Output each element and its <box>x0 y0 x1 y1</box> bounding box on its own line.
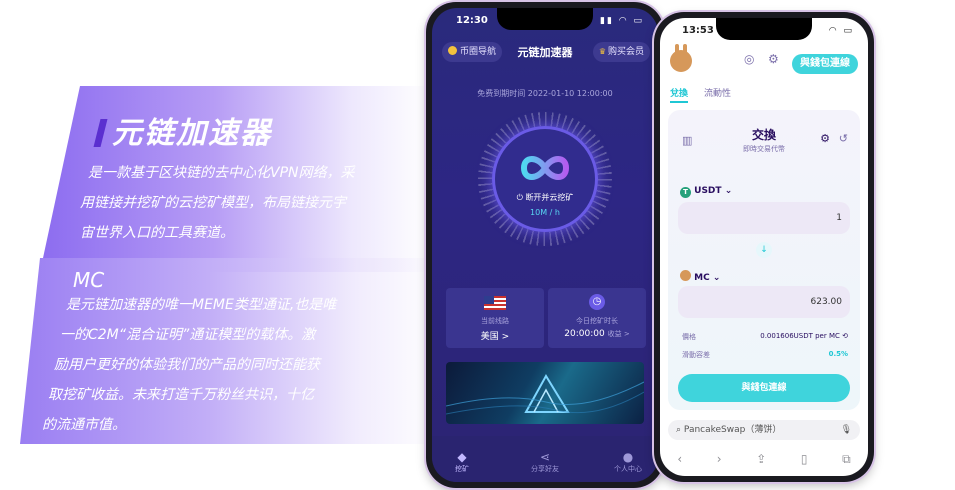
forward-icon[interactable]: › <box>717 452 722 466</box>
us-flag-icon <box>484 296 506 310</box>
price-label: 價格 <box>682 333 696 341</box>
tab-liquidity[interactable]: 流動性 <box>704 86 731 99</box>
line-label: 当前线路 <box>481 317 509 325</box>
bookmarks-icon[interactable]: ▯ <box>801 452 808 466</box>
phone-notch <box>497 8 593 30</box>
swap-screen: 13:53 ◠ ▭ ◎ ⚙ 與錢包連線 兌換 流動性 ▥ 交換 即時交易代幣 ⚙… <box>660 18 868 476</box>
chevron-down-icon: ⌄ <box>712 273 721 283</box>
promo-title: 元链加速器 <box>112 116 272 151</box>
mc-title: MC <box>73 268 105 292</box>
accelerator-screen: 12:30 ▮▮ ◠ ▭ 币圈导航 元链加速器 ♛ 购买会员 免费到期时间 202… <box>432 8 658 482</box>
history-icon[interactable]: ↺ <box>839 132 848 145</box>
signal-wifi-battery-icon: ▮▮ ◠ ▭ <box>600 16 644 26</box>
connect-wallet-main-button[interactable]: 與錢包連線 <box>678 374 850 402</box>
banner-graphic <box>446 374 644 415</box>
promo-desc-line1: 是一款基于区块链的去中心化VPN网络，采 <box>88 165 355 181</box>
expiry-text: 免费到期时间 2022-01-10 12:00:00 <box>477 89 613 98</box>
bottom-tab-bar: ◆ 挖矿 ⋖ 分享好友 ● 个人中心 <box>432 436 658 482</box>
line-card[interactable]: 当前线路 美国 > <box>446 288 544 348</box>
status-time: 12:30 <box>456 15 488 26</box>
mc-token-icon <box>680 270 691 281</box>
promo-desc-line3: 宙世界入口的工具赛道。 <box>80 225 234 241</box>
to-token-selector[interactable]: MC ⌄ <box>680 270 720 283</box>
tab-swap[interactable]: 兌換 <box>670 86 689 103</box>
signal-wifi-battery-icon: ◠ ▭ <box>828 26 854 36</box>
connect-button[interactable]: ⏻ 断开并云挖矿 10M / h <box>492 126 598 232</box>
tabs-icon[interactable]: ⧉ <box>842 452 851 467</box>
browser-toolbar: ‹ › ⇪ ▯ ⧉ <box>660 448 868 470</box>
tab-profile[interactable]: ● 个人中心 <box>598 450 658 474</box>
swap-subtitle: 即時交易代幣 <box>743 145 785 153</box>
phone-notch <box>716 18 812 40</box>
mining-tab-icon: ◆ <box>457 450 467 464</box>
user-icon: ● <box>622 450 634 464</box>
slippage-label: 滑動容差 <box>682 351 710 359</box>
refresh-icon[interactable]: ⟲ <box>842 332 848 340</box>
status-time: 13:53 <box>682 25 714 36</box>
share-icon: ⋖ <box>539 450 551 464</box>
settings-icon[interactable]: ⚙ <box>820 132 830 145</box>
power-icon: ⏻ <box>516 193 523 202</box>
to-amount-input[interactable]: 623.00 <box>678 286 850 318</box>
address-bar[interactable]: ⌕ PancakeSwap（薄饼） 🎙 <box>668 420 860 440</box>
disconnect-label: ⏻ 断开并云挖矿 <box>516 193 574 202</box>
mining-card[interactable]: ◷ 今日挖矿时长 20:00:00 收益 > <box>548 288 646 348</box>
promo-banner[interactable] <box>446 362 644 424</box>
mic-icon[interactable]: 🎙 <box>841 420 852 440</box>
mc-desc-line1: 是元链加速器的唯一MEME类型通证,也是唯 <box>66 297 337 313</box>
line-value: 美国 > <box>480 332 510 342</box>
earnings-link: 收益 > <box>607 330 630 338</box>
membership-label: 购买会员 <box>607 47 644 57</box>
slippage-value: 0.5% <box>828 350 848 358</box>
buy-membership-button[interactable]: ♛ 购买会员 <box>592 42 650 62</box>
mc-desc-line4: 取挖矿收益。未来打造千万粉丝共识，十亿 <box>48 387 314 403</box>
speed-text: 10M / h <box>530 208 560 217</box>
from-token-selector[interactable]: T USDT ⌄ <box>680 186 732 198</box>
swap-card: ▥ 交換 即時交易代幣 ⚙ ↺ T USDT ⌄ 1 ↓ MC ⌄ 623.00… <box>668 110 860 410</box>
mc-desc-line5: 的流通市值。 <box>42 417 126 433</box>
connect-wallet-button[interactable]: 與錢包連線 <box>792 54 858 74</box>
crown-icon: ♛ <box>598 47 606 56</box>
phone-pancakeswap: 13:53 ◠ ▭ ◎ ⚙ 與錢包連線 兌換 流動性 ▥ 交換 即時交易代幣 ⚙… <box>654 12 874 482</box>
chevron-down-icon: ⌄ <box>724 186 733 196</box>
price-value: 0.001606USDT per MC ⟲ <box>760 332 848 340</box>
mc-desc-line3: 励用户更好的体验我们的产品的同时还能获 <box>54 357 320 373</box>
tab-mining[interactable]: ◆ 挖矿 <box>432 450 492 474</box>
gear-icon[interactable]: ⚙ <box>768 52 779 66</box>
mining-value-row: 20:00:00 收益 > <box>548 329 646 339</box>
search-icon: ⌕ <box>676 425 682 435</box>
swap-title: 交換 <box>751 128 776 142</box>
phone-accelerator: 12:30 ▮▮ ◠ ▭ 币圈导航 元链加速器 ♛ 购买会员 免费到期时间 202… <box>426 2 664 488</box>
back-icon[interactable]: ‹ <box>677 452 682 466</box>
share-icon[interactable]: ⇪ <box>756 452 766 466</box>
usdt-icon: T <box>680 187 691 198</box>
clock-icon: ◷ <box>589 294 605 310</box>
promo-desc-line2: 用链接并挖矿的云挖矿模型，布局链接元宇 <box>80 195 346 211</box>
swap-direction-icon[interactable]: ↓ <box>756 242 772 258</box>
globe-icon[interactable]: ◎ <box>744 52 754 66</box>
mining-value: 20:00:00 <box>564 329 605 339</box>
from-amount-input[interactable]: 1 <box>678 202 850 234</box>
mc-desc-line2: 一的C2M“混合证明”通证模型的载体。激 <box>60 327 316 343</box>
pancake-bunny-logo[interactable] <box>670 44 692 72</box>
mining-label: 今日挖矿时长 <box>576 317 618 325</box>
address-text: PancakeSwap（薄饼） <box>683 425 782 435</box>
tab-share[interactable]: ⋖ 分享好友 <box>515 450 575 474</box>
